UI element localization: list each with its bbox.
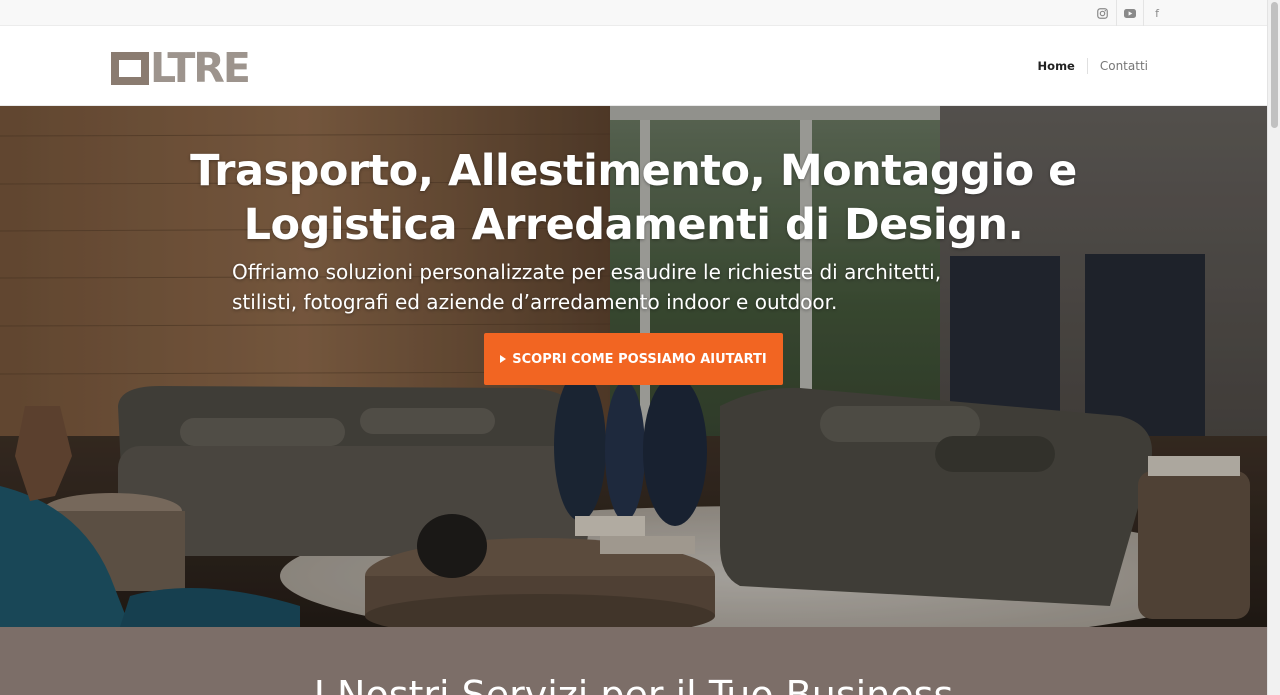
- scrollbar[interactable]: [1267, 0, 1280, 695]
- services-heading: I Nostri Servizi per il Tuo Business: [313, 673, 954, 695]
- nav-home[interactable]: Home: [1026, 58, 1087, 74]
- hero: Trasporto, Allestimento, Montaggio e Log…: [0, 106, 1267, 627]
- services-section: I Nostri Servizi per il Tuo Business: [0, 627, 1267, 695]
- cta-button-label: SCOPRI COME POSSIAMO AIUTARTI: [512, 351, 767, 367]
- cta-button[interactable]: SCOPRI COME POSSIAMO AIUTARTI: [484, 333, 783, 385]
- hero-title-line-2: Logistica Arredamenti di Design.: [243, 200, 1024, 250]
- main-nav: Home Contatti: [1026, 26, 1160, 106]
- facebook-icon[interactable]: f: [1143, 0, 1170, 26]
- hero-title: Trasporto, Allestimento, Montaggio e Log…: [0, 144, 1267, 252]
- hero-subtitle-line-2: stilisti, fotografi ed aziende d’arredam…: [232, 290, 838, 314]
- play-arrow-icon: [500, 355, 507, 363]
- logo-mark: [111, 52, 149, 85]
- scrollbar-thumb[interactable]: [1271, 2, 1278, 128]
- instagram-icon[interactable]: [1089, 0, 1116, 26]
- logo-text: LTRE: [150, 44, 251, 92]
- social-links: f: [1089, 0, 1170, 26]
- hero-title-line-1: Trasporto, Allestimento, Montaggio e: [190, 146, 1077, 196]
- social-bar: f: [0, 0, 1267, 26]
- hero-subtitle-line-1: Offriamo soluzioni personalizzate per es…: [232, 260, 942, 284]
- hero-subtitle: Offriamo soluzioni personalizzate per es…: [232, 257, 1052, 317]
- nav-contatti[interactable]: Contatti: [1086, 58, 1160, 74]
- facebook-glyph: f: [1155, 6, 1159, 20]
- site-header: LTRE Home Contatti: [0, 26, 1267, 106]
- youtube-icon[interactable]: [1116, 0, 1143, 26]
- logo[interactable]: LTRE: [111, 44, 251, 92]
